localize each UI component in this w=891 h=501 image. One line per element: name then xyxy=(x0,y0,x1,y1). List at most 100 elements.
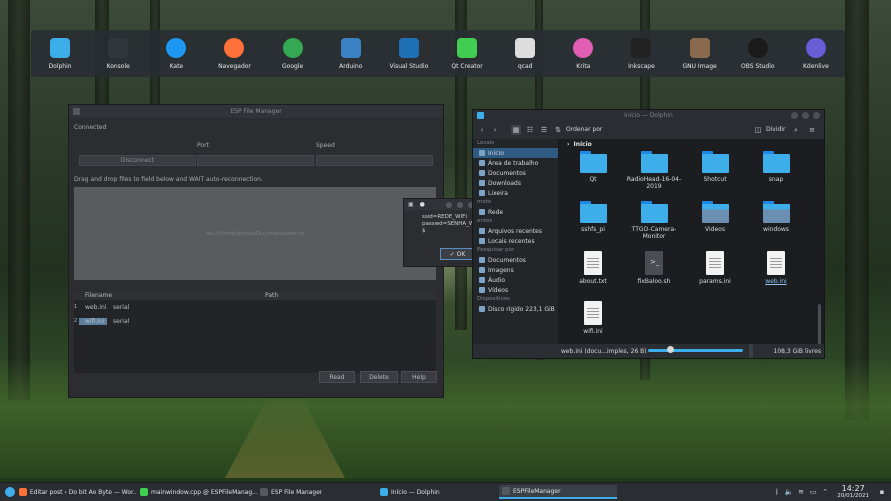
file-item[interactable]: wifi.ini xyxy=(563,301,623,344)
sidebar-item[interactable]: Imagens xyxy=(473,265,558,275)
ok-button[interactable]: ✓ OK xyxy=(440,248,475,260)
dock-item-google[interactable]: Google xyxy=(265,37,321,70)
file-item[interactable]: Qt xyxy=(563,151,623,201)
help-button[interactable]: Help xyxy=(401,371,437,383)
breadcrumb[interactable]: › Início xyxy=(559,139,824,150)
dock-item-krita[interactable]: Krita xyxy=(555,37,611,70)
sidebar-item[interactable]: Documentos xyxy=(473,168,558,178)
dock-item-qt-creator[interactable]: Qt Creator xyxy=(439,37,495,70)
application-launcher-icon[interactable] xyxy=(5,487,15,497)
esp-titlebar[interactable]: ESP File Manager xyxy=(69,105,443,118)
taskbar-task[interactable]: Início — Dolphin xyxy=(377,485,498,499)
file-item[interactable]: >_ fixBaloo.sh xyxy=(624,251,684,301)
forward-icon[interactable]: › xyxy=(490,125,500,135)
clock[interactable]: 14:27 20/01/2021 xyxy=(837,484,869,499)
bluetooth-icon[interactable]: ᛒ xyxy=(773,488,781,496)
file-item[interactable]: sshfs_pi xyxy=(563,201,623,251)
sort-button[interactable]: Ordenar por xyxy=(566,126,602,133)
maximize-icon[interactable] xyxy=(457,202,463,208)
table-row[interactable]: 2 wifi.ini serial xyxy=(74,314,436,328)
close-icon[interactable] xyxy=(813,112,820,119)
file-item[interactable]: windows xyxy=(746,201,806,251)
delete-button[interactable]: Delete xyxy=(360,371,398,383)
sidebar-item[interactable]: Arquivos recentes xyxy=(473,226,558,236)
dock-item-arduino[interactable]: Arduino xyxy=(323,37,379,70)
file-drop-zone[interactable]: file:///home/djames/Documents/web.ini xyxy=(74,187,436,280)
volume-icon[interactable]: 🔈 xyxy=(785,488,794,496)
sidebar-item[interactable]: Área de trabalho xyxy=(473,158,558,168)
file-item[interactable]: TTGO-Camera-Monitor xyxy=(624,201,684,251)
qcad-icon xyxy=(515,37,536,58)
port-select[interactable] xyxy=(197,155,314,166)
taskbar-task[interactable]: mainwindow.cpp @ ESPFileManag... xyxy=(137,485,258,499)
taskbar-task[interactable]: ESP File Manager xyxy=(257,485,378,499)
zoom-slider-handle[interactable] xyxy=(667,346,674,353)
dolphin-titlebar[interactable]: Início — Dolphin xyxy=(473,110,824,121)
dock-item-gnu-image[interactable]: GNU Image xyxy=(672,37,728,70)
dialog-titlebar[interactable]: ▣ ● xyxy=(404,199,477,210)
back-icon[interactable]: ‹ xyxy=(477,125,487,135)
file-name: Shotcut xyxy=(703,176,727,183)
sidebar-item[interactable]: Locais recentes xyxy=(473,236,558,246)
minimize-icon[interactable] xyxy=(791,112,798,119)
scrollbar[interactable] xyxy=(818,304,821,344)
obs-icon xyxy=(747,37,768,58)
speed-select[interactable] xyxy=(316,155,433,166)
file-grid: Qt RadioHead-16-04-2019 Shotcut snap sshfs_p… xyxy=(559,151,818,344)
taskbar-task[interactable]: ESPFileManager xyxy=(499,485,617,499)
taskbar-task[interactable]: Editar post ‹ Do bit Ao Byte — Wor... xyxy=(16,485,137,499)
disconnect-button[interactable]: Disconnect xyxy=(79,155,196,166)
dock-item-kate[interactable]: Kate xyxy=(148,37,204,70)
dolphin-window-title: Início — Dolphin xyxy=(624,112,673,119)
file-item[interactable]: RadioHead-16-04-2019 xyxy=(624,151,684,201)
taskbar: ᛒ 🔈 ≋ ▭ ⌃ 14:27 20/01/2021 ▪ Editar post… xyxy=(0,482,891,501)
sidebar-item[interactable]: Documentos xyxy=(473,255,558,265)
app-menu-icon[interactable] xyxy=(73,108,80,115)
sidebar-item[interactable]: Disco rígido 223,1 GiB xyxy=(473,304,558,314)
drag-drop-hint: Drag and drop files to field below and W… xyxy=(74,176,263,183)
details-view-icon[interactable]: ☰ xyxy=(539,125,549,135)
dock-item-qcad[interactable]: qcad xyxy=(497,37,553,70)
wifi-icon[interactable]: ≋ xyxy=(797,488,805,496)
path-column-header[interactable]: Path xyxy=(265,292,278,299)
tray-expand-icon[interactable]: ⌃ xyxy=(821,488,829,496)
icons-view-icon[interactable]: ▦ xyxy=(511,125,521,135)
file-item[interactable]: web.ini xyxy=(746,251,806,301)
place-icon xyxy=(479,287,485,293)
sidebar-item[interactable]: Áudio xyxy=(473,275,558,285)
zoom-slider[interactable] xyxy=(648,349,743,352)
dock-item-inkscape[interactable]: Inkscape xyxy=(613,37,669,70)
search-icon[interactable]: ⌕ xyxy=(791,125,801,135)
table-row[interactable]: 1 web.ini serial xyxy=(74,300,436,314)
file-item[interactable]: Shotcut xyxy=(685,151,745,201)
file-item[interactable]: about.txt xyxy=(563,251,623,301)
display-icon[interactable]: ▭ xyxy=(809,488,817,496)
sidebar-item[interactable]: Lixeira xyxy=(473,188,558,198)
dock-item-konsole[interactable]: Konsole xyxy=(90,37,146,70)
sort-icon[interactable]: ⇅ xyxy=(553,125,563,135)
maximize-icon[interactable] xyxy=(802,112,809,119)
file-name: sshfs_pi xyxy=(581,226,605,233)
pin-icon[interactable]: ● xyxy=(420,201,425,208)
dock-item-visual-studio[interactable]: Visual Studio xyxy=(381,37,437,70)
dock-item-obs-studio[interactable]: OBS Studio xyxy=(730,37,786,70)
sidebar-item[interactable]: Início xyxy=(473,148,558,158)
sidebar-item[interactable]: Downloads xyxy=(473,178,558,188)
hamburger-menu-icon[interactable]: ≡ xyxy=(807,125,817,135)
show-desktop-icon[interactable]: ▪ xyxy=(878,488,886,496)
minimize-icon[interactable] xyxy=(446,202,452,208)
sidebar-item[interactable]: Vídeos xyxy=(473,285,558,295)
file-item[interactable]: Videos xyxy=(685,201,745,251)
sidebar-item[interactable]: Rede xyxy=(473,207,558,217)
split-icon[interactable]: ◫ xyxy=(753,125,763,135)
dock-item-dolphin[interactable]: Dolphin xyxy=(32,37,88,70)
filename-column-header[interactable]: Filename xyxy=(79,292,265,299)
file-item[interactable]: params.ini xyxy=(685,251,745,301)
task-app-icon xyxy=(140,488,148,496)
dock-item-kdenlive[interactable]: Kdenlive xyxy=(788,37,844,70)
read-button[interactable]: Read xyxy=(319,371,355,383)
compact-view-icon[interactable]: ☷ xyxy=(525,125,535,135)
split-button[interactable]: Dividir xyxy=(766,126,785,133)
file-item[interactable]: snap xyxy=(746,151,806,201)
dock-item-navegador[interactable]: Navegador xyxy=(206,37,262,70)
